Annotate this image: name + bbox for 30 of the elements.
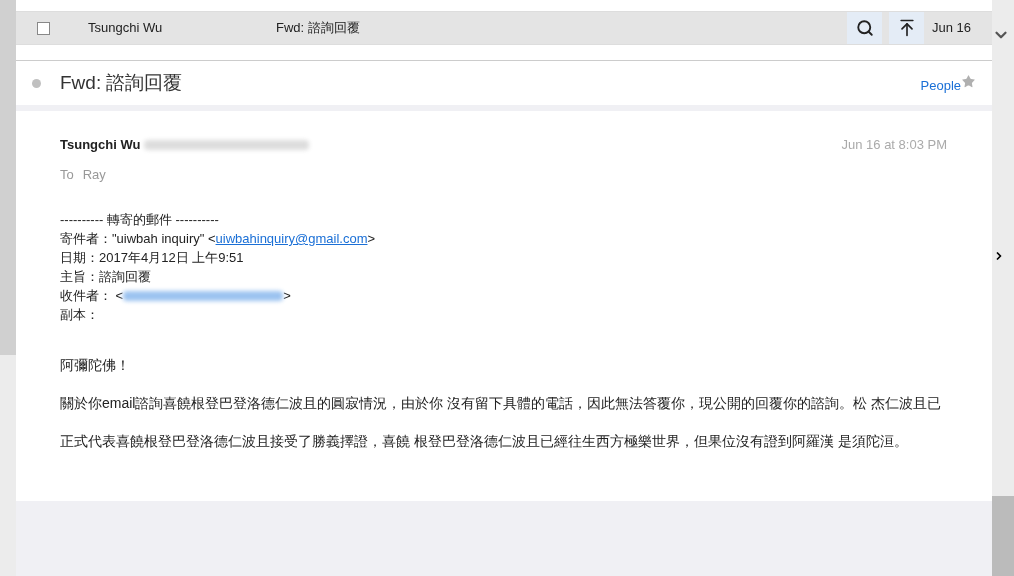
field-value: > xyxy=(367,230,376,248)
search-button[interactable] xyxy=(847,12,882,44)
field-value: 2017年4月12日 上午9:51 xyxy=(99,249,244,267)
to-label: To xyxy=(60,165,74,184)
message-paragraph: 阿彌陀佛！ xyxy=(60,356,131,375)
sender-name: Tsungchi Wu xyxy=(88,19,164,38)
recipient-name: Ray xyxy=(82,165,106,184)
subject-text: Fwd: 諮詢回覆 xyxy=(276,19,361,38)
field-label: 寄件者： xyxy=(60,230,112,248)
field-label: 日期： xyxy=(60,249,99,267)
message-paragraph: 關於你email諮詢喜饒根登巴登洛德仁波且的圓寂情況，由於你 沒有留下具體的電話，因此無法答覆你，現公開的回覆你的諮詢。松 杰仁波且已正式代表喜饒根登巴登洛德仁波且接受了勝義擇證，喜饒 根登巴登洛德仁波且已經往生西方極樂世界，但果位沒有證到阿羅漢 是須陀洹。 xyxy=(60,394,943,451)
field-label: 主旨： xyxy=(60,268,99,286)
email-link[interactable]: uiwbahinquiry@gmail.com xyxy=(215,229,368,248)
people-link[interactable]: People xyxy=(920,76,961,96)
email-subject: Fwd: 諮詢回覆 xyxy=(60,70,184,95)
field-label: 副本： xyxy=(60,306,99,324)
timestamp: Jun 16 at 8:03 PM xyxy=(841,136,947,154)
move-to-top-button[interactable] xyxy=(889,12,924,44)
message-row[interactable]: Tsungchi Wu Fwd: 諮詢回覆 Jun 16 xyxy=(16,12,992,44)
field-value: "uiwbah inquiry" < xyxy=(112,230,216,248)
field-value: 諮詢回覆 xyxy=(99,268,151,286)
forward-header: ---------- 轉寄的郵件 ---------- xyxy=(60,211,219,229)
field-label: 收件者： xyxy=(60,287,112,305)
sender-name: Tsungchi Wu xyxy=(60,136,141,154)
date-text: Jun 16 xyxy=(932,19,973,38)
star-icon[interactable] xyxy=(961,73,976,89)
field-value: > xyxy=(283,287,291,305)
search-icon xyxy=(855,19,874,37)
checkbox[interactable] xyxy=(37,21,50,35)
field-value: < xyxy=(114,287,124,305)
